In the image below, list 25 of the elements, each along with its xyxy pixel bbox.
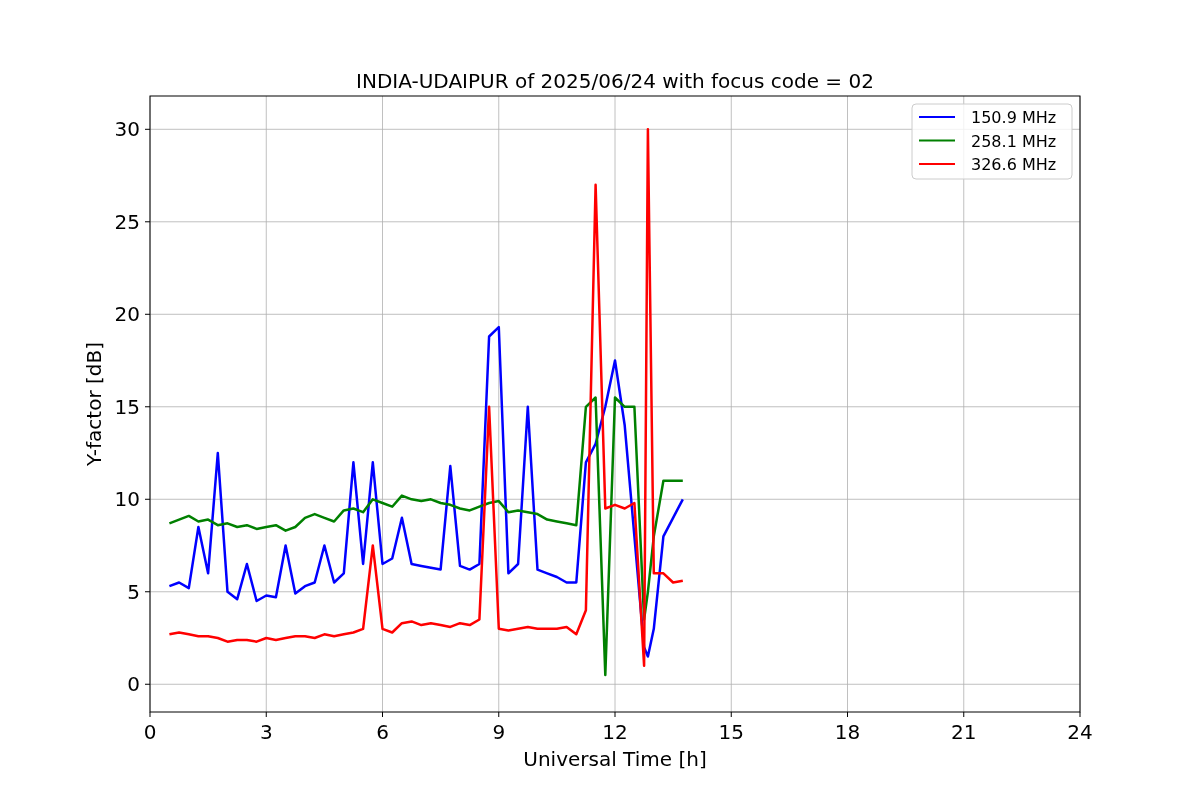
x-tick-label: 24 [1067,720,1093,744]
x-tick-label: 21 [951,720,977,744]
y-axis-label: Y-factor [dB] [82,342,106,466]
y-tick-label: 10 [114,487,140,512]
x-tick-label: 12 [602,720,628,744]
y-tick-label: 20 [114,302,140,327]
x-tick-label: 6 [376,720,389,744]
x-axis-label: Universal Time [h] [523,747,707,771]
y-tick-label: 25 [114,209,140,234]
legend-line-icon [918,139,956,142]
x-tick-label: 15 [718,720,744,744]
y-tick-label: 15 [114,394,140,419]
legend-label: 150.9 MHz [971,108,1057,127]
y-tick-label: 5 [127,579,140,604]
x-tick-label: 9 [492,720,506,744]
y-tick-label: 0 [127,672,140,697]
legend-label: 258.1 MHz [971,131,1057,151]
x-tick-label: 3 [259,720,273,744]
x-tick-label: 0 [143,720,157,744]
legend-line-icon [918,163,956,165]
x-tick-label: 18 [834,720,861,744]
legend-label: 326.6 MHz [971,155,1057,174]
y-tick-label: 30 [114,117,140,142]
legend-line-icon [918,116,956,118]
chart-title: INDIA-UDAIPUR of 2025/06/24 with focus code = 02 [356,69,874,93]
